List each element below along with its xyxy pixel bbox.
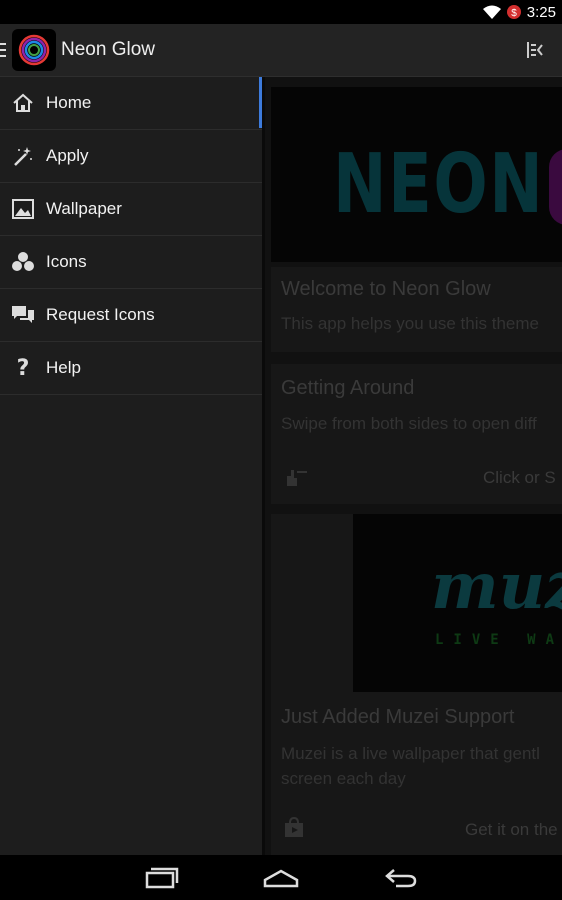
status-bar: $ 3:25 <box>0 0 562 24</box>
muzei-logo-text: muz <box>431 549 562 624</box>
getting-around-body: Swipe from both sides to open diff <box>281 414 537 433</box>
neon-ring-icon <box>18 34 50 66</box>
drawer-item-help[interactable]: ? Help <box>0 342 262 395</box>
navigation-drawer: Home Apply Wallpaper Icons Request Icons… <box>0 77 262 855</box>
question-icon: ? <box>16 355 30 381</box>
muzei-card[interactable]: muz LIVE WAL Just Added Muzei Support Mu… <box>271 514 562 855</box>
drawer-item-label: Request Icons <box>46 305 155 324</box>
muzei-body-line2: screen each day <box>281 769 406 788</box>
image-icon <box>0 183 46 235</box>
clock: 3:25 <box>526 3 556 21</box>
home-button-icon[interactable] <box>263 864 299 890</box>
getting-around-card[interactable]: Getting Around Swipe from both sides to … <box>271 364 562 504</box>
welcome-title: Welcome to Neon Glow <box>281 278 491 300</box>
drawer-item-wallpaper[interactable]: Wallpaper <box>0 183 262 236</box>
muzei-banner: muz LIVE WAL <box>353 514 562 692</box>
main-content: NEON Welcome to Neon Glow This app helps… <box>263 77 562 855</box>
banner-purple-glyph <box>549 149 562 225</box>
muzei-logo-subtext: LIVE WAL <box>435 632 562 648</box>
swipe-gesture-icon <box>287 470 307 486</box>
drawer-item-request-icons[interactable]: Request Icons <box>0 289 262 342</box>
drawer-item-label: Wallpaper <box>46 199 122 218</box>
drawer-edge <box>262 77 265 855</box>
hamburger-icon[interactable] <box>0 43 6 57</box>
drawer-item-label: Icons <box>46 252 87 271</box>
welcome-body: This app helps you use this theme <box>281 314 539 333</box>
recent-apps-icon[interactable] <box>145 864 179 890</box>
wifi-icon <box>482 5 501 19</box>
muzei-action[interactable]: Get it on the <box>465 820 558 840</box>
battery-icon: $ <box>506 5 521 19</box>
shapes-icon <box>0 236 46 288</box>
drawer-item-apply[interactable]: Apply <box>0 130 262 183</box>
app-title: Neon Glow <box>61 39 155 60</box>
app-logo[interactable] <box>12 29 56 71</box>
drawer-item-home[interactable]: Home <box>0 77 262 130</box>
active-item-indicator <box>259 77 262 128</box>
system-nav-bar <box>0 855 562 900</box>
drawer-item-icons[interactable]: Icons <box>0 236 262 289</box>
muzei-body-line1: Muzei is a live wallpaper that gentl <box>281 744 540 763</box>
magic-wand-icon <box>0 130 46 182</box>
banner-text: NEON <box>333 137 545 232</box>
chat-icon <box>0 289 46 341</box>
welcome-card[interactable]: Welcome to Neon Glow This app helps you … <box>271 267 562 352</box>
home-icon <box>0 77 46 129</box>
neon-banner: NEON <box>271 87 562 262</box>
drawer-item-label: Help <box>46 358 81 377</box>
getting-around-action[interactable]: Click or S <box>483 468 556 488</box>
svg-text:$: $ <box>511 8 517 19</box>
muzei-title: Just Added Muzei Support <box>281 706 515 728</box>
drawer-item-label: Apply <box>46 146 89 165</box>
drawer-item-label: Home <box>46 93 92 112</box>
getting-around-title: Getting Around <box>281 377 415 399</box>
back-icon[interactable] <box>384 864 418 890</box>
action-bar: Neon Glow <box>0 24 562 77</box>
drawer-toggle-icon[interactable] <box>524 40 544 60</box>
play-store-icon <box>285 817 303 837</box>
